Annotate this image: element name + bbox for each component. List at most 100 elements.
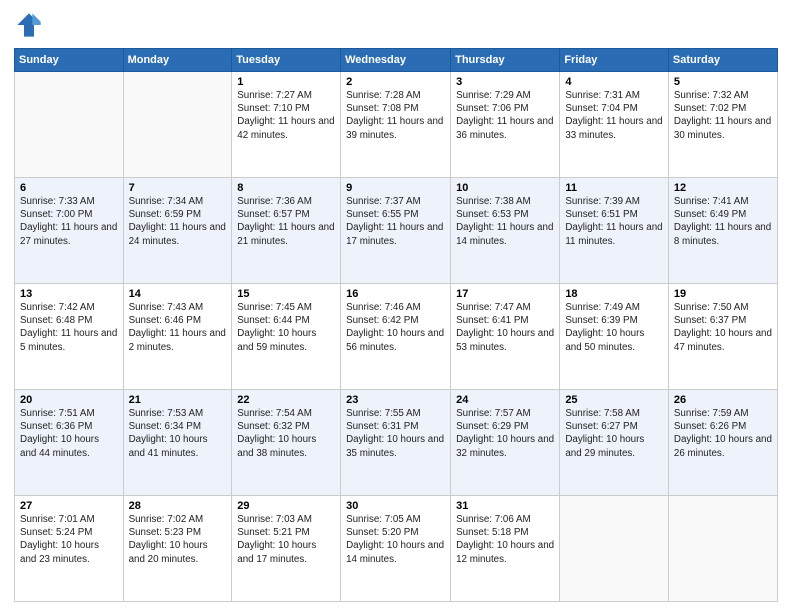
day-number: 21 [129, 394, 227, 406]
day-info: Sunrise: 7:03 AM Sunset: 5:21 PM Dayligh… [237, 513, 335, 566]
day-cell: 10Sunrise: 7:38 AM Sunset: 6:53 PM Dayli… [451, 178, 560, 284]
day-number: 18 [565, 288, 663, 300]
day-cell [123, 72, 232, 178]
day-info: Sunrise: 7:38 AM Sunset: 6:53 PM Dayligh… [456, 195, 554, 248]
day-cell: 5Sunrise: 7:32 AM Sunset: 7:02 PM Daylig… [668, 72, 777, 178]
day-cell: 15Sunrise: 7:45 AM Sunset: 6:44 PM Dayli… [232, 284, 341, 390]
day-cell: 22Sunrise: 7:54 AM Sunset: 6:32 PM Dayli… [232, 390, 341, 496]
day-info: Sunrise: 7:47 AM Sunset: 6:41 PM Dayligh… [456, 301, 554, 354]
day-cell: 25Sunrise: 7:58 AM Sunset: 6:27 PM Dayli… [560, 390, 669, 496]
calendar: SundayMondayTuesdayWednesdayThursdayFrid… [14, 48, 778, 602]
day-info: Sunrise: 7:36 AM Sunset: 6:57 PM Dayligh… [237, 195, 335, 248]
week-row-3: 13Sunrise: 7:42 AM Sunset: 6:48 PM Dayli… [15, 284, 778, 390]
day-cell: 12Sunrise: 7:41 AM Sunset: 6:49 PM Dayli… [668, 178, 777, 284]
logo [14, 10, 48, 40]
weekday-header-thursday: Thursday [451, 49, 560, 72]
day-info: Sunrise: 7:33 AM Sunset: 7:00 PM Dayligh… [20, 195, 118, 248]
weekday-header-friday: Friday [560, 49, 669, 72]
day-cell: 19Sunrise: 7:50 AM Sunset: 6:37 PM Dayli… [668, 284, 777, 390]
day-cell: 2Sunrise: 7:28 AM Sunset: 7:08 PM Daylig… [341, 72, 451, 178]
day-cell: 21Sunrise: 7:53 AM Sunset: 6:34 PM Dayli… [123, 390, 232, 496]
day-info: Sunrise: 7:05 AM Sunset: 5:20 PM Dayligh… [346, 513, 445, 566]
logo-icon [14, 10, 44, 40]
day-number: 14 [129, 288, 227, 300]
day-number: 19 [674, 288, 772, 300]
day-info: Sunrise: 7:31 AM Sunset: 7:04 PM Dayligh… [565, 89, 663, 142]
day-cell: 18Sunrise: 7:49 AM Sunset: 6:39 PM Dayli… [560, 284, 669, 390]
day-cell: 13Sunrise: 7:42 AM Sunset: 6:48 PM Dayli… [15, 284, 124, 390]
day-info: Sunrise: 7:39 AM Sunset: 6:51 PM Dayligh… [565, 195, 663, 248]
day-number: 2 [346, 76, 445, 88]
day-info: Sunrise: 7:37 AM Sunset: 6:55 PM Dayligh… [346, 195, 445, 248]
day-cell: 1Sunrise: 7:27 AM Sunset: 7:10 PM Daylig… [232, 72, 341, 178]
day-info: Sunrise: 7:59 AM Sunset: 6:26 PM Dayligh… [674, 407, 772, 460]
day-number: 25 [565, 394, 663, 406]
day-cell: 26Sunrise: 7:59 AM Sunset: 6:26 PM Dayli… [668, 390, 777, 496]
day-info: Sunrise: 7:49 AM Sunset: 6:39 PM Dayligh… [565, 301, 663, 354]
weekday-header-row: SundayMondayTuesdayWednesdayThursdayFrid… [15, 49, 778, 72]
day-number: 28 [129, 500, 227, 512]
day-info: Sunrise: 7:50 AM Sunset: 6:37 PM Dayligh… [674, 301, 772, 354]
day-number: 6 [20, 182, 118, 194]
day-number: 8 [237, 182, 335, 194]
week-row-4: 20Sunrise: 7:51 AM Sunset: 6:36 PM Dayli… [15, 390, 778, 496]
day-info: Sunrise: 7:51 AM Sunset: 6:36 PM Dayligh… [20, 407, 118, 460]
day-info: Sunrise: 7:01 AM Sunset: 5:24 PM Dayligh… [20, 513, 118, 566]
day-info: Sunrise: 7:45 AM Sunset: 6:44 PM Dayligh… [237, 301, 335, 354]
calendar-body: 1Sunrise: 7:27 AM Sunset: 7:10 PM Daylig… [15, 72, 778, 602]
day-cell: 20Sunrise: 7:51 AM Sunset: 6:36 PM Dayli… [15, 390, 124, 496]
day-info: Sunrise: 7:53 AM Sunset: 6:34 PM Dayligh… [129, 407, 227, 460]
day-number: 26 [674, 394, 772, 406]
day-cell: 23Sunrise: 7:55 AM Sunset: 6:31 PM Dayli… [341, 390, 451, 496]
day-number: 16 [346, 288, 445, 300]
day-cell: 28Sunrise: 7:02 AM Sunset: 5:23 PM Dayli… [123, 496, 232, 602]
day-number: 3 [456, 76, 554, 88]
weekday-header-tuesday: Tuesday [232, 49, 341, 72]
day-cell [560, 496, 669, 602]
day-number: 10 [456, 182, 554, 194]
day-info: Sunrise: 7:32 AM Sunset: 7:02 PM Dayligh… [674, 89, 772, 142]
day-info: Sunrise: 7:46 AM Sunset: 6:42 PM Dayligh… [346, 301, 445, 354]
day-number: 7 [129, 182, 227, 194]
day-info: Sunrise: 7:43 AM Sunset: 6:46 PM Dayligh… [129, 301, 227, 354]
day-number: 15 [237, 288, 335, 300]
day-number: 31 [456, 500, 554, 512]
weekday-header-sunday: Sunday [15, 49, 124, 72]
day-cell: 14Sunrise: 7:43 AM Sunset: 6:46 PM Dayli… [123, 284, 232, 390]
day-info: Sunrise: 7:42 AM Sunset: 6:48 PM Dayligh… [20, 301, 118, 354]
day-number: 1 [237, 76, 335, 88]
day-number: 22 [237, 394, 335, 406]
day-cell: 27Sunrise: 7:01 AM Sunset: 5:24 PM Dayli… [15, 496, 124, 602]
week-row-2: 6Sunrise: 7:33 AM Sunset: 7:00 PM Daylig… [15, 178, 778, 284]
day-cell: 16Sunrise: 7:46 AM Sunset: 6:42 PM Dayli… [341, 284, 451, 390]
day-number: 13 [20, 288, 118, 300]
day-info: Sunrise: 7:57 AM Sunset: 6:29 PM Dayligh… [456, 407, 554, 460]
day-number: 23 [346, 394, 445, 406]
page: SundayMondayTuesdayWednesdayThursdayFrid… [0, 0, 792, 612]
day-number: 5 [674, 76, 772, 88]
day-cell: 9Sunrise: 7:37 AM Sunset: 6:55 PM Daylig… [341, 178, 451, 284]
day-cell: 11Sunrise: 7:39 AM Sunset: 6:51 PM Dayli… [560, 178, 669, 284]
day-cell [15, 72, 124, 178]
weekday-header-saturday: Saturday [668, 49, 777, 72]
day-cell: 3Sunrise: 7:29 AM Sunset: 7:06 PM Daylig… [451, 72, 560, 178]
day-info: Sunrise: 7:34 AM Sunset: 6:59 PM Dayligh… [129, 195, 227, 248]
weekday-header-wednesday: Wednesday [341, 49, 451, 72]
day-cell: 30Sunrise: 7:05 AM Sunset: 5:20 PM Dayli… [341, 496, 451, 602]
day-number: 27 [20, 500, 118, 512]
day-cell: 7Sunrise: 7:34 AM Sunset: 6:59 PM Daylig… [123, 178, 232, 284]
day-cell: 24Sunrise: 7:57 AM Sunset: 6:29 PM Dayli… [451, 390, 560, 496]
day-cell: 17Sunrise: 7:47 AM Sunset: 6:41 PM Dayli… [451, 284, 560, 390]
week-row-1: 1Sunrise: 7:27 AM Sunset: 7:10 PM Daylig… [15, 72, 778, 178]
day-info: Sunrise: 7:02 AM Sunset: 5:23 PM Dayligh… [129, 513, 227, 566]
week-row-5: 27Sunrise: 7:01 AM Sunset: 5:24 PM Dayli… [15, 496, 778, 602]
day-number: 29 [237, 500, 335, 512]
weekday-header-monday: Monday [123, 49, 232, 72]
header [14, 10, 778, 40]
day-number: 30 [346, 500, 445, 512]
day-number: 17 [456, 288, 554, 300]
day-cell: 31Sunrise: 7:06 AM Sunset: 5:18 PM Dayli… [451, 496, 560, 602]
day-info: Sunrise: 7:29 AM Sunset: 7:06 PM Dayligh… [456, 89, 554, 142]
day-cell: 6Sunrise: 7:33 AM Sunset: 7:00 PM Daylig… [15, 178, 124, 284]
day-number: 12 [674, 182, 772, 194]
